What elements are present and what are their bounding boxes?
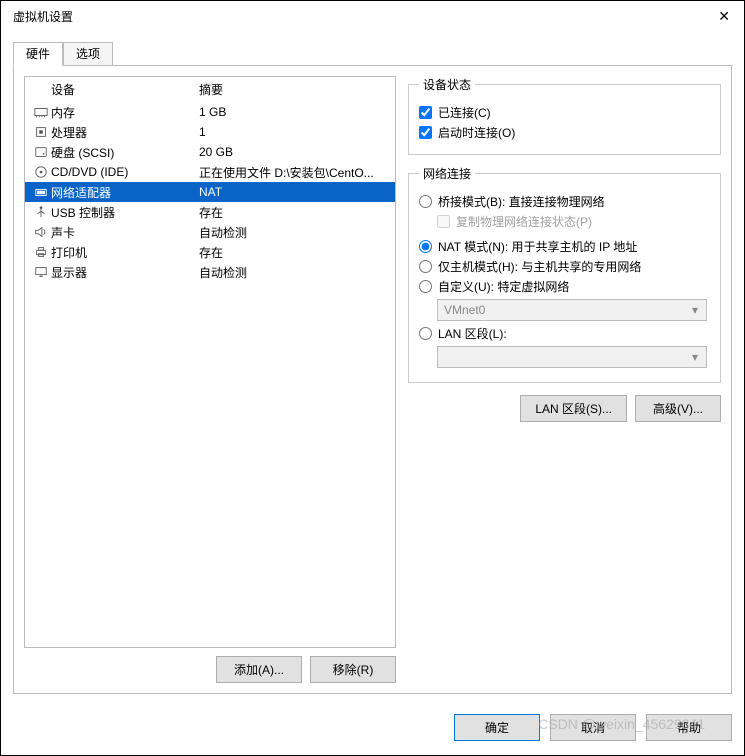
device-name: 声卡	[51, 224, 199, 241]
replicate-checkbox: 复制物理网络连接状态(P)	[437, 213, 710, 230]
lan-segments-button[interactable]: LAN 区段(S)...	[520, 395, 627, 422]
hostonly-input[interactable]	[419, 260, 432, 273]
device-row[interactable]: CD/DVD (IDE)正在使用文件 D:\安装包\CentO...	[25, 162, 395, 182]
network-icon	[31, 185, 51, 199]
device-summary: 自动检测	[199, 264, 389, 281]
device-name: CD/DVD (IDE)	[51, 165, 199, 179]
cancel-button[interactable]: 取消	[550, 714, 636, 741]
device-list[interactable]: 设备 摘要 内存1 GB处理器1硬盘 (SCSI)20 GBCD/DVD (ID…	[24, 76, 396, 648]
device-status-legend: 设备状态	[419, 76, 475, 93]
network-connection-group: 网络连接 桥接模式(B): 直接连接物理网络 复制物理网络连接状态(P) NAT…	[408, 165, 721, 383]
device-row[interactable]: 网络适配器NAT	[25, 182, 395, 202]
help-button[interactable]: 帮助	[646, 714, 732, 741]
bridged-input[interactable]	[419, 195, 432, 208]
device-row[interactable]: 打印机存在	[25, 242, 395, 262]
tab-strip: 硬件 选项	[13, 41, 732, 65]
device-name: 处理器	[51, 124, 199, 141]
usb-icon	[31, 205, 51, 219]
ok-button[interactable]: 确定	[454, 714, 540, 741]
dialog-footer: 确定 取消 帮助	[1, 700, 744, 755]
device-row[interactable]: 声卡自动检测	[25, 222, 395, 242]
device-row[interactable]: 内存1 GB	[25, 102, 395, 122]
device-name: 打印机	[51, 244, 199, 261]
device-summary: 自动检测	[199, 224, 389, 241]
device-name: 网络适配器	[51, 184, 199, 201]
device-row[interactable]: 处理器1	[25, 122, 395, 142]
replicate-input	[437, 215, 450, 228]
device-row[interactable]: 显示器自动检测	[25, 262, 395, 282]
add-button[interactable]: 添加(A)...	[216, 656, 302, 683]
tab-options[interactable]: 选项	[63, 42, 113, 66]
optical-icon	[31, 165, 51, 179]
device-name: 显示器	[51, 264, 199, 281]
device-summary: NAT	[199, 185, 389, 199]
bridged-radio[interactable]: 桥接模式(B): 直接连接物理网络	[419, 193, 710, 210]
connected-checkbox[interactable]: 已连接(C)	[419, 104, 710, 121]
col-summary: 摘要	[199, 81, 389, 98]
lan-segment-combo	[437, 346, 707, 368]
memory-icon	[31, 105, 51, 119]
col-device: 设备	[51, 81, 199, 98]
device-status-group: 设备状态 已连接(C) 启动时连接(O)	[408, 76, 721, 155]
connect-at-power-input[interactable]	[419, 126, 432, 139]
device-name: USB 控制器	[51, 204, 199, 221]
nat-radio[interactable]: NAT 模式(N): 用于共享主机的 IP 地址	[419, 238, 710, 255]
right-pane: 设备状态 已连接(C) 启动时连接(O) 网络连接 桥接模式(B): 直接连接物	[408, 76, 721, 683]
device-row[interactable]: 硬盘 (SCSI)20 GB	[25, 142, 395, 162]
sound-icon	[31, 225, 51, 239]
content-area: 硬件 选项 设备 摘要 内存1 GB处理器1硬盘 (SCSI)20 GBCD/D…	[1, 31, 744, 700]
device-summary: 20 GB	[199, 145, 389, 159]
device-summary: 正在使用文件 D:\安装包\CentO...	[199, 164, 389, 181]
custom-network-combo: VMnet0	[437, 299, 707, 321]
device-list-header: 设备 摘要	[25, 77, 395, 102]
right-buttons: LAN 区段(S)... 高级(V)...	[408, 395, 721, 422]
device-summary: 1	[199, 125, 389, 139]
window-title: 虚拟机设置	[9, 8, 712, 25]
nat-input[interactable]	[419, 240, 432, 253]
connected-input[interactable]	[419, 106, 432, 119]
vm-settings-window: 虚拟机设置 ✕ 硬件 选项 设备 摘要 内存1 GB处理器1硬盘 (SCSI)2…	[0, 0, 745, 756]
hostonly-radio[interactable]: 仅主机模式(H): 与主机共享的专用网络	[419, 258, 710, 275]
device-summary: 存在	[199, 244, 389, 261]
display-icon	[31, 265, 51, 279]
tab-hardware[interactable]: 硬件	[13, 42, 63, 66]
device-row[interactable]: USB 控制器存在	[25, 202, 395, 222]
device-name: 内存	[51, 104, 199, 121]
printer-icon	[31, 245, 51, 259]
device-summary: 存在	[199, 204, 389, 221]
tab-body: 设备 摘要 内存1 GB处理器1硬盘 (SCSI)20 GBCD/DVD (ID…	[13, 65, 732, 694]
advanced-button[interactable]: 高级(V)...	[635, 395, 721, 422]
custom-radio[interactable]: 自定义(U): 特定虚拟网络	[419, 278, 710, 295]
lan-radio[interactable]: LAN 区段(L):	[419, 325, 710, 342]
device-summary: 1 GB	[199, 105, 389, 119]
disk-icon	[31, 145, 51, 159]
left-pane: 设备 摘要 内存1 GB处理器1硬盘 (SCSI)20 GBCD/DVD (ID…	[24, 76, 396, 683]
device-buttons: 添加(A)... 移除(R)	[24, 656, 396, 683]
network-connection-legend: 网络连接	[419, 165, 475, 182]
cpu-icon	[31, 125, 51, 139]
connect-at-power-checkbox[interactable]: 启动时连接(O)	[419, 124, 710, 141]
lan-input[interactable]	[419, 327, 432, 340]
custom-input[interactable]	[419, 280, 432, 293]
remove-button[interactable]: 移除(R)	[310, 656, 396, 683]
titlebar: 虚拟机设置 ✕	[1, 1, 744, 31]
close-icon[interactable]: ✕	[712, 8, 736, 25]
device-name: 硬盘 (SCSI)	[51, 144, 199, 161]
